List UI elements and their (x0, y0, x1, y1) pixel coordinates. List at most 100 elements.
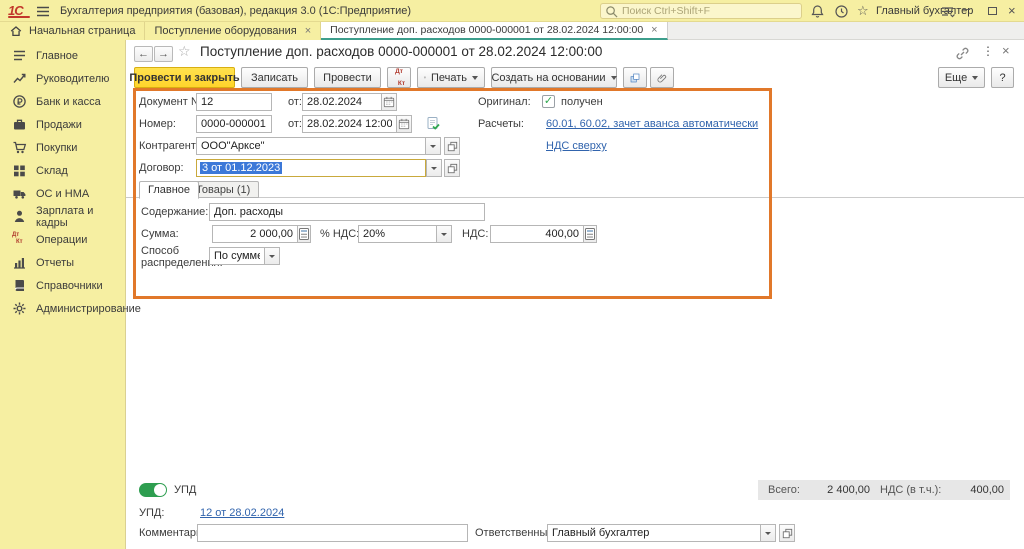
vat-mode-link[interactable]: НДС сверху (546, 140, 607, 152)
original-received-label: получен (561, 96, 603, 108)
distribution-field (209, 247, 280, 265)
calculator-icon (299, 228, 309, 240)
gear-icon (12, 301, 27, 316)
tab-home[interactable]: Начальная страница (0, 22, 145, 40)
calculator-button[interactable] (297, 225, 311, 243)
tab-equipment-receipt[interactable]: Поступление оборудования × (145, 22, 321, 40)
responsible-input[interactable] (547, 524, 760, 542)
date-input[interactable] (302, 115, 396, 133)
comment-input[interactable] (197, 524, 468, 542)
settlements-link[interactable]: 60.01, 60.02, зачет аванса автоматически (546, 118, 758, 130)
print-button[interactable]: Печать (417, 67, 485, 88)
upd-link[interactable]: 12 от 28.02.2024 (200, 507, 284, 519)
related-documents-button[interactable] (623, 67, 647, 88)
open-form-icon (447, 141, 458, 152)
sidebar-item-purchases[interactable]: Покупки (0, 136, 125, 159)
sidebar-item-label: Банк и касса (36, 96, 101, 108)
attachments-button[interactable] (650, 67, 674, 88)
tab-label: Поступление оборудования (154, 25, 296, 37)
add-to-favorites-star-icon[interactable]: ☆ (178, 43, 191, 60)
linked-windows-icon (630, 71, 640, 85)
dtkt-icon: ДтКт (12, 232, 27, 247)
global-search[interactable] (600, 3, 802, 19)
chevron-down-icon (430, 145, 436, 148)
notifications-bell-icon[interactable] (810, 4, 825, 19)
sidebar-item-warehouse[interactable]: Склад (0, 159, 125, 182)
get-link-icon[interactable] (955, 46, 970, 61)
calculator-button[interactable] (583, 225, 597, 243)
sidebar-item-administration[interactable]: Администрирование (0, 297, 125, 320)
counterparty-input[interactable] (196, 137, 425, 155)
nav-back-button[interactable]: ← (134, 46, 153, 62)
vat-percent-label: % НДС: (320, 228, 359, 240)
help-button[interactable]: ? (991, 67, 1014, 88)
window-close-button[interactable]: × (1008, 3, 1016, 18)
current-user[interactable]: Главный бухгалтер (876, 5, 973, 17)
calendar-button[interactable] (396, 115, 412, 133)
doc-no-input[interactable] (196, 93, 272, 111)
content-input[interactable] (209, 203, 485, 221)
create-based-on-button[interactable]: Создать на основании (491, 67, 617, 88)
sidebar-item-fixed-assets[interactable]: ОС и НМА (0, 182, 125, 205)
vat-input[interactable] (490, 225, 583, 243)
history-icon[interactable] (834, 4, 849, 19)
more-menu-dots-icon[interactable]: ⋮ (982, 44, 994, 58)
favorites-star-icon[interactable]: ☆ (857, 3, 869, 19)
calendar-button[interactable] (381, 93, 397, 111)
sidebar-item-main[interactable]: Главное (0, 44, 125, 67)
original-received-checkbox[interactable]: ✓ (542, 95, 555, 108)
shopping-cart-icon (12, 140, 27, 155)
contract-label: Договор: (139, 162, 184, 174)
dropdown-button[interactable] (426, 159, 442, 177)
open-counterparty-button[interactable] (444, 137, 460, 155)
calendar-icon (383, 96, 395, 108)
tab-additional-expenses-receipt[interactable]: Поступление доп. расходов 0000-000001 от… (321, 22, 667, 40)
chevron-down-icon (431, 167, 437, 170)
tab-close-icon[interactable]: × (651, 24, 657, 36)
document-close-icon[interactable]: × (1002, 43, 1010, 58)
sidebar-item-label: Главное (36, 50, 78, 62)
distribution-input[interactable] (209, 247, 264, 265)
dropdown-button[interactable] (760, 524, 776, 542)
service-menu-icon[interactable] (940, 4, 955, 19)
sidebar-item-label: Справочники (36, 280, 103, 292)
main-menu-icon[interactable] (36, 5, 50, 18)
form-tab-main[interactable]: Главное (139, 181, 199, 199)
tab-separator-line (126, 197, 1024, 198)
save-button[interactable]: Записать (241, 67, 308, 88)
search-input[interactable] (622, 5, 792, 17)
open-form-icon (782, 528, 793, 539)
post-button[interactable]: Провести (314, 67, 381, 88)
window-minimize-button[interactable]: – (963, 1, 970, 16)
dropdown-button[interactable] (436, 225, 452, 243)
nav-forward-button[interactable]: → (154, 46, 173, 62)
sidebar-item-bank-cash[interactable]: Банк и касса (0, 90, 125, 113)
dropdown-button[interactable] (425, 137, 441, 155)
sidebar-item-operations[interactable]: ДтКт Операции (0, 228, 125, 251)
tab-close-icon[interactable]: × (305, 25, 311, 37)
sidebar-item-reports[interactable]: Отчеты (0, 251, 125, 274)
original-label: Оригинал: (478, 96, 531, 108)
sum-field (212, 225, 311, 243)
number-input[interactable] (196, 115, 272, 133)
sidebar-item-references[interactable]: Справочники (0, 274, 125, 297)
more-button[interactable]: Еще (938, 67, 985, 88)
window-maximize-button[interactable] (988, 7, 997, 15)
open-contract-button[interactable] (444, 159, 460, 177)
sidebar-item-salary-hr[interactable]: Зарплата и кадры (0, 205, 125, 228)
dropdown-button[interactable] (264, 247, 280, 265)
calculator-icon (585, 228, 595, 240)
grid-boxes-icon (12, 163, 27, 178)
sidebar-item-manager[interactable]: Руководителю (0, 67, 125, 90)
sections-sidebar: Главное Руководителю Банк и касса Продаж… (0, 40, 126, 549)
open-responsible-button[interactable] (779, 524, 795, 542)
vat-percent-input[interactable] (358, 225, 436, 243)
sum-input[interactable] (212, 225, 297, 243)
doc-date-input[interactable] (302, 93, 381, 111)
contract-input[interactable]: 3 от 01.12.2023 (196, 159, 426, 177)
edo-status-icon[interactable] (426, 116, 441, 131)
dtkt-postings-button[interactable]: ДтКт (387, 67, 411, 88)
upd-toggle[interactable] (139, 483, 167, 497)
post-and-close-button[interactable]: Провести и закрыть (134, 67, 235, 88)
sidebar-item-sales[interactable]: Продажи (0, 113, 125, 136)
